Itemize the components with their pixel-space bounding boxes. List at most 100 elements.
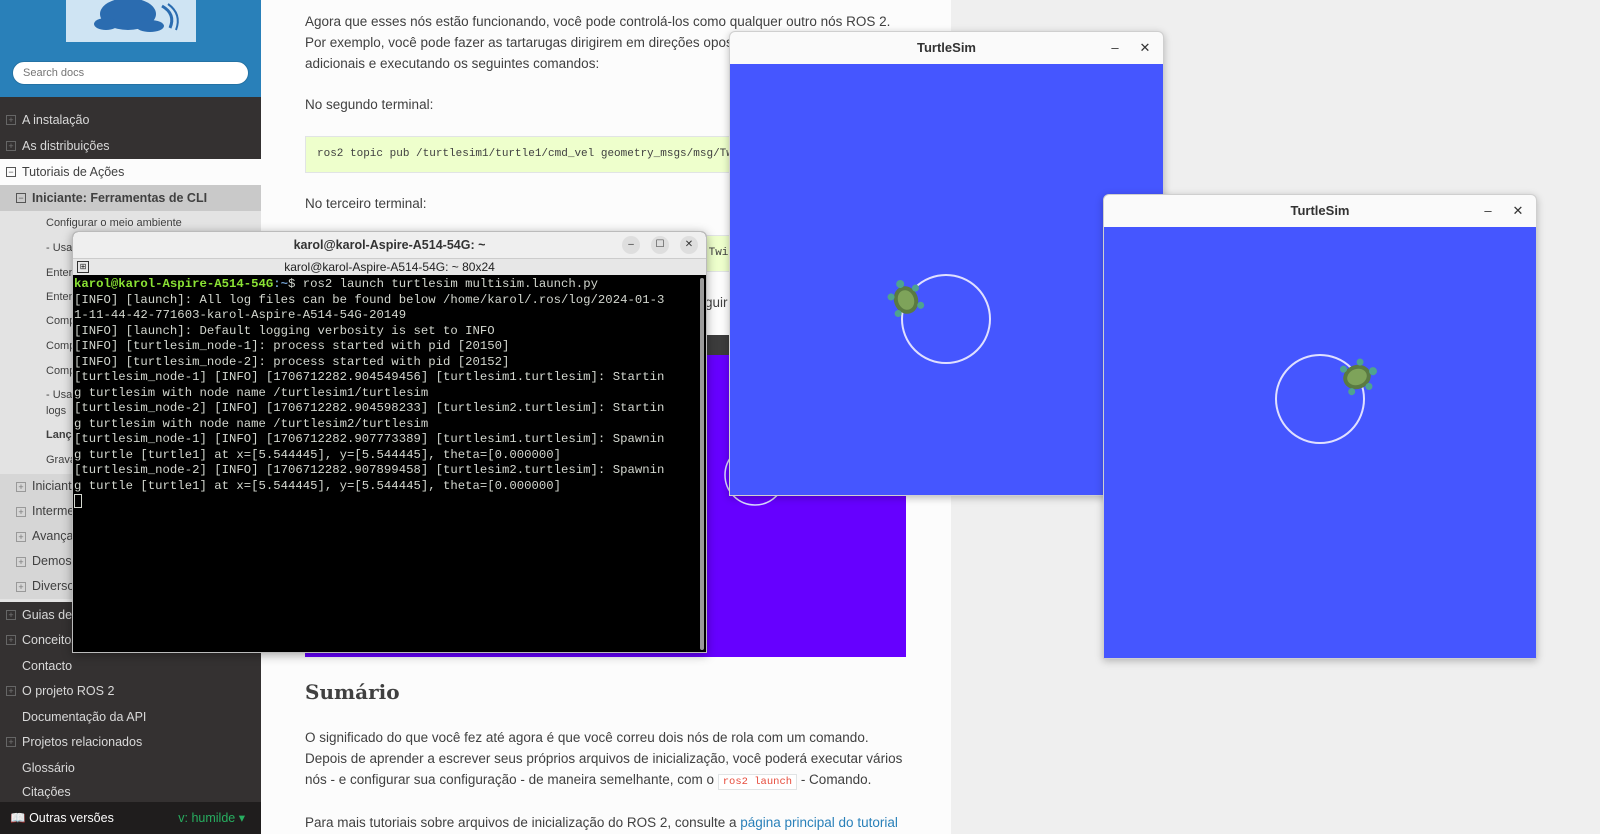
sidebar-item-label: A instalação bbox=[22, 113, 90, 127]
turtlesim-window-1[interactable]: TurtleSim – ✕ bbox=[729, 31, 1164, 496]
sidebar-subitem[interactable]: logs bbox=[46, 404, 66, 418]
sidebar-item-label: Glossário bbox=[22, 761, 75, 775]
expand-icon[interactable]: + bbox=[16, 557, 26, 567]
collapse-icon[interactable]: − bbox=[6, 167, 16, 177]
expand-icon[interactable]: + bbox=[6, 686, 16, 696]
terminal-window[interactable]: karol@karol-Aspire-A514-54G: ~ – ☐ ✕ ⊞ k… bbox=[72, 231, 707, 653]
minimize-button[interactable]: – bbox=[622, 236, 640, 254]
summary-heading: Sumário bbox=[305, 680, 400, 704]
sidebar-subitem[interactable]: Comp bbox=[46, 339, 75, 353]
expand-icon[interactable]: + bbox=[16, 532, 26, 542]
terminal-line: [INFO] [launch]: All log files can be fo… bbox=[74, 292, 665, 307]
sidebar-item-label: Documentação da API bbox=[22, 710, 147, 724]
window-titlebar[interactable]: TurtleSim bbox=[730, 32, 1163, 64]
sidebar-item-installation[interactable]: + A instalação bbox=[0, 107, 261, 133]
terminal-line: [turtlesim_node-2] [INFO] [1706712282.90… bbox=[74, 463, 665, 477]
sidebar-subitem[interactable]: Configurar o meio ambiente bbox=[46, 216, 182, 230]
terminal-line: 1-11-44-42-771603-karol-Aspire-A514-54G-… bbox=[74, 308, 407, 322]
maximize-button[interactable]: ☐ bbox=[651, 236, 669, 254]
terminal-line: g turtlesim with node name /turtlesim1/t… bbox=[74, 385, 429, 400]
sidebar-item-label: Diverso bbox=[32, 579, 75, 593]
expand-icon[interactable]: + bbox=[6, 610, 16, 620]
tutorial-main-page-link[interactable]: página principal do tutorial bbox=[740, 815, 898, 830]
expand-icon[interactable]: + bbox=[6, 141, 16, 151]
sidebar-item-label: Iniciante: Ferramentas de CLI bbox=[32, 191, 208, 205]
code-text: ros2 topic pub /turtlesim1/turtle1/cmd_v… bbox=[317, 148, 747, 160]
sidebar-subitem[interactable]: Comp bbox=[46, 364, 75, 378]
window-titlebar[interactable]: TurtleSim bbox=[1104, 195, 1536, 227]
terminal-line: [INFO] [launch]: Default logging verbosi… bbox=[74, 323, 495, 338]
terminal-title: karol@karol-Aspire-A514-54G: ~ bbox=[293, 238, 486, 252]
third-terminal-label: No terceiro terminal: bbox=[305, 196, 427, 211]
close-button[interactable]: ✕ bbox=[1135, 32, 1155, 64]
sidebar-item-glossary[interactable]: Glossário bbox=[0, 755, 261, 781]
prompt-path: :~ bbox=[273, 277, 289, 291]
close-button[interactable]: ✕ bbox=[680, 236, 698, 254]
more-tutorials-text: Para mais tutoriais sobre arquivos de in… bbox=[305, 815, 737, 830]
terminal-line: [turtlesim_node-2] [INFO] [1706712282.90… bbox=[74, 401, 665, 415]
window-title: TurtleSim bbox=[917, 40, 976, 55]
caret-down-icon: ▾ bbox=[238, 811, 245, 825]
second-terminal-label: No segundo terminal: bbox=[305, 97, 434, 112]
sidebar-subitem[interactable]: Comp bbox=[46, 314, 75, 328]
expand-icon[interactable]: + bbox=[6, 115, 16, 125]
sidebar-item-label: Guias de bbox=[22, 608, 73, 622]
terminal-scrollbar[interactable] bbox=[700, 278, 704, 650]
expand-icon[interactable]: + bbox=[6, 737, 16, 747]
sidebar-subitem[interactable]: - Usa bbox=[46, 388, 72, 402]
terminal-line: g turtle [turtle1] at x=[5.544445], y=[5… bbox=[74, 478, 562, 493]
turtle-trail-drawing bbox=[887, 274, 991, 364]
version-text: v: humilde bbox=[178, 811, 236, 825]
expand-icon[interactable]: + bbox=[16, 507, 26, 517]
summary-tail: - Comando. bbox=[800, 772, 872, 787]
minimize-button[interactable]: – bbox=[1478, 195, 1498, 227]
terminal-line: [turtlesim_node-1] [INFO] [1706712282.90… bbox=[74, 370, 665, 384]
version-value[interactable]: v: humilde ▾ bbox=[178, 802, 245, 834]
terminal-tab-bar[interactable]: ⊞ karol@karol-Aspire-A514-54G: ~ 80x24 bbox=[73, 258, 706, 275]
terminal-titlebar[interactable]: karol@karol-Aspire-A514-54G: ~ bbox=[73, 232, 706, 258]
sidebar-subitem[interactable]: Enten bbox=[46, 266, 75, 280]
terminal-line: [INFO] [turtlesim_node-2]: process start… bbox=[74, 354, 510, 369]
terminal-line: g turtle [turtle1] at x=[5.544445], y=[5… bbox=[74, 447, 562, 462]
terminal-output[interactable]: karol@karol-Aspire-A514-54G:~$ ros2 laun… bbox=[73, 275, 698, 652]
sidebar-subitem[interactable]: Enten bbox=[46, 290, 75, 304]
turtlesim-canvas bbox=[1104, 227, 1536, 658]
close-button[interactable]: ✕ bbox=[1508, 195, 1528, 227]
collapse-icon[interactable]: − bbox=[16, 193, 26, 203]
turtlesim-window-2[interactable]: TurtleSim – ✕ bbox=[1103, 194, 1537, 659]
minimize-button[interactable]: – bbox=[1105, 32, 1125, 64]
intro-line-2: Por exemplo, você pode fazer as tartarug… bbox=[305, 35, 733, 50]
turtle-logo-icon bbox=[94, 0, 179, 32]
expand-icon[interactable]: + bbox=[16, 482, 26, 492]
sidebar-item-beginner-cli[interactable]: − Iniciante: Ferramentas de CLI bbox=[0, 185, 261, 211]
sidebar-subitem[interactable]: - Usa bbox=[46, 241, 72, 255]
sidebar-header bbox=[0, 0, 261, 97]
sidebar-item-api-docs[interactable]: Documentação da API bbox=[0, 704, 261, 730]
expand-icon[interactable]: + bbox=[16, 582, 26, 592]
terminal-cursor bbox=[74, 494, 82, 508]
sidebar-subitem-current[interactable]: Lanç bbox=[46, 428, 72, 442]
versions-label: Outras versões bbox=[29, 811, 114, 825]
sidebar-item-label: Projetos relacionados bbox=[22, 735, 143, 749]
expand-icon[interactable]: + bbox=[6, 635, 16, 645]
new-tab-icon[interactable]: ⊞ bbox=[77, 261, 89, 273]
sidebar-item-tutorials[interactable]: − Tutoriais de Ações bbox=[0, 159, 261, 185]
search-docs-input[interactable] bbox=[12, 61, 249, 85]
versions-selector[interactable]: 📖 Outras versões v: humilde ▾ bbox=[0, 802, 261, 834]
summary-line-1: O significado do que você fez até agora … bbox=[305, 730, 869, 745]
sidebar-item-ros2-project[interactable]: + O projeto ROS 2 bbox=[0, 678, 261, 704]
sidebar-item-contact[interactable]: Contacto bbox=[0, 653, 261, 679]
summary-line-3-text: nós - e configurar sua configuração - de… bbox=[305, 772, 714, 787]
sidebar-item-related-projects[interactable]: + Projetos relacionados bbox=[0, 729, 261, 755]
turtle-trail-drawing bbox=[1275, 354, 1377, 444]
sidebar-item-label: Demos bbox=[32, 554, 72, 568]
more-tutorials-line: Para mais tutoriais sobre arquivos de in… bbox=[305, 812, 898, 833]
window-title: TurtleSim bbox=[1290, 203, 1350, 218]
terminal-tab-title: karol@karol-Aspire-A514-54G: ~ 80x24 bbox=[284, 260, 495, 274]
terminal-command: $ ros2 launch turtlesim multisim.launch.… bbox=[288, 277, 598, 291]
sidebar-item-label: Tutoriais de Ações bbox=[22, 165, 125, 179]
intro-line-1: Agora que esses nós estão funcionando, v… bbox=[305, 14, 891, 29]
sidebar-item-label: O projeto ROS 2 bbox=[22, 684, 115, 698]
ros-logo[interactable] bbox=[66, 0, 196, 42]
sidebar-item-distributions[interactable]: + As distribuições bbox=[0, 133, 261, 159]
